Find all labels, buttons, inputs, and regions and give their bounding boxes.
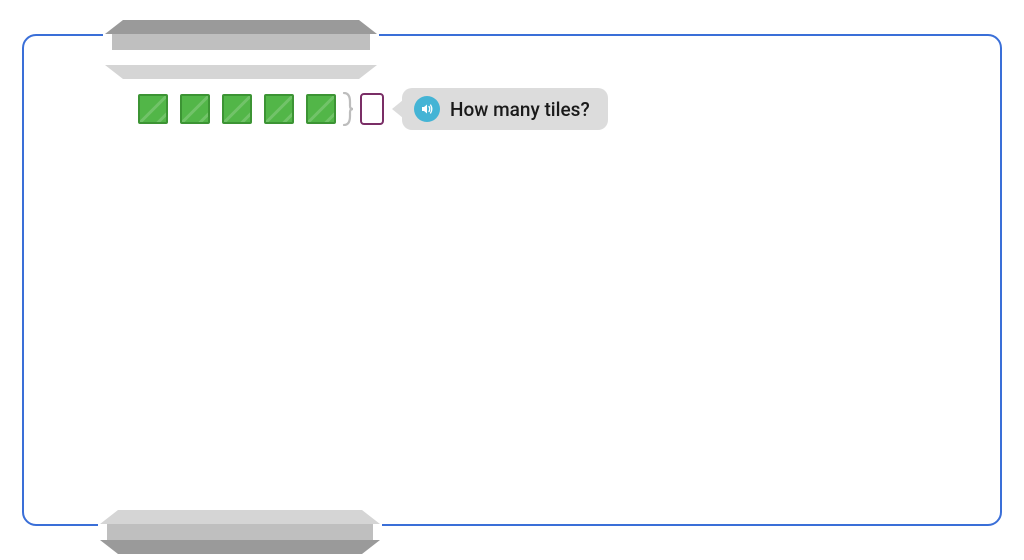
tab-handle-bottom[interactable] bbox=[100, 510, 380, 540]
grouping-bracket-icon bbox=[342, 92, 354, 126]
tile bbox=[264, 94, 294, 124]
tile bbox=[222, 94, 252, 124]
tile-group bbox=[138, 94, 336, 124]
prompt-bubble: How many tiles? bbox=[402, 88, 608, 130]
tile bbox=[138, 94, 168, 124]
prompt-text: How many tiles? bbox=[450, 98, 590, 121]
tile bbox=[180, 94, 210, 124]
tile bbox=[306, 94, 336, 124]
audio-play-button[interactable] bbox=[414, 96, 440, 122]
tab-handle-top[interactable] bbox=[105, 20, 377, 50]
speaker-icon bbox=[419, 101, 435, 117]
answer-input[interactable] bbox=[360, 93, 384, 125]
question-row: How many tiles? bbox=[138, 88, 608, 130]
